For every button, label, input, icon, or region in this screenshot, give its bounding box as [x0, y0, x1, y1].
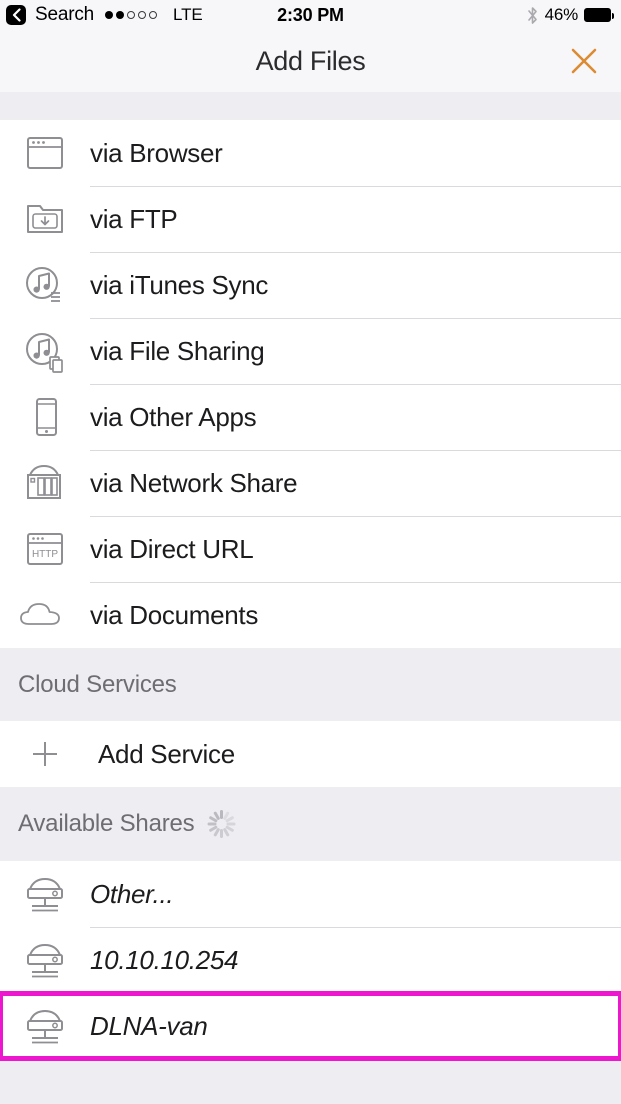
source-label: via Documents: [90, 600, 258, 631]
network-share-icon: [0, 872, 90, 916]
source-row-via-browser[interactable]: via Browser: [0, 120, 621, 186]
cloud-icon: [0, 597, 90, 633]
back-chevron-icon: [11, 8, 22, 22]
source-row-via-direct-url[interactable]: HTTP via Direct URL: [0, 516, 621, 582]
share-row-other[interactable]: Other...: [0, 861, 621, 927]
svg-text:HTTP: HTTP: [32, 549, 58, 560]
network-share-icon: [0, 1004, 90, 1048]
source-row-via-documents[interactable]: via Documents: [0, 582, 621, 648]
source-label: via Browser: [90, 138, 223, 169]
plus-icon: [0, 734, 90, 774]
signal-dot: [138, 11, 146, 19]
bottom-spacer-band: [0, 1059, 621, 1104]
close-button[interactable]: [561, 38, 607, 84]
section-spacer-top: [0, 92, 621, 120]
browser-window-icon: [0, 133, 90, 173]
folder-download-icon: [0, 199, 90, 239]
battery-full-icon: [584, 8, 611, 22]
cloud-services-section-header: Cloud Services: [0, 648, 621, 721]
signal-dot: [149, 11, 157, 19]
mobile-device-icon: [0, 395, 90, 439]
source-row-via-other-apps[interactable]: via Other Apps: [0, 384, 621, 450]
cloud-services-header-label: Cloud Services: [18, 671, 177, 699]
activity-spinner-icon: [206, 809, 236, 839]
signal-dot: [116, 11, 124, 19]
add-service-row[interactable]: Add Service: [0, 721, 621, 787]
source-label: via Direct URL: [90, 534, 253, 565]
source-label: via iTunes Sync: [90, 270, 268, 301]
source-row-via-network-share[interactable]: via Network Share: [0, 450, 621, 516]
app-screen: Search LTE 2:30 PM 46% Add Files: [0, 0, 621, 1104]
network-type-label: LTE: [173, 5, 203, 25]
share-row-ip-address[interactable]: 10.10.10.254: [0, 927, 621, 993]
source-label: via FTP: [90, 204, 177, 235]
bluetooth-icon: [526, 6, 539, 25]
http-browser-icon: HTTP: [0, 529, 90, 569]
share-label: DLNA-van: [90, 1011, 208, 1042]
signal-dot: [105, 11, 113, 19]
network-share-icon: [0, 938, 90, 982]
itunes-sync-icon: [0, 263, 90, 307]
status-bar: Search LTE 2:30 PM 46%: [0, 0, 621, 30]
available-shares-list: Other... 10.10.10.254: [0, 861, 621, 1059]
source-label: via Network Share: [90, 468, 297, 499]
itunes-file-sharing-icon: [0, 329, 90, 373]
share-label: 10.10.10.254: [90, 945, 238, 976]
page-title: Add Files: [256, 46, 366, 77]
source-label: via Other Apps: [90, 402, 256, 433]
close-x-icon: [569, 46, 599, 76]
source-row-via-file-sharing[interactable]: via File Sharing: [0, 318, 621, 384]
navigation-bar: Add Files: [0, 30, 621, 92]
status-bar-left: Search LTE: [6, 4, 203, 26]
add-file-sources-list: via Browser via FTP: [0, 120, 621, 648]
source-label: via File Sharing: [90, 336, 264, 367]
signal-dot: [127, 11, 135, 19]
share-row-dlna-van[interactable]: DLNA-van: [0, 993, 621, 1059]
share-label: Other...: [90, 879, 173, 910]
signal-strength-dots: [105, 11, 157, 19]
nas-server-icon: [0, 462, 90, 504]
carrier-label: Search: [35, 4, 94, 26]
battery-percent-label: 46%: [545, 5, 578, 25]
cloud-services-list: Add Service: [0, 721, 621, 787]
status-bar-right: 46%: [526, 5, 611, 25]
add-service-label: Add Service: [98, 739, 235, 770]
source-row-via-itunes-sync[interactable]: via iTunes Sync: [0, 252, 621, 318]
available-shares-section-header: Available Shares: [0, 787, 621, 861]
back-to-search-button[interactable]: [6, 5, 26, 25]
source-row-via-ftp[interactable]: via FTP: [0, 186, 621, 252]
available-shares-header-label: Available Shares: [18, 810, 194, 838]
